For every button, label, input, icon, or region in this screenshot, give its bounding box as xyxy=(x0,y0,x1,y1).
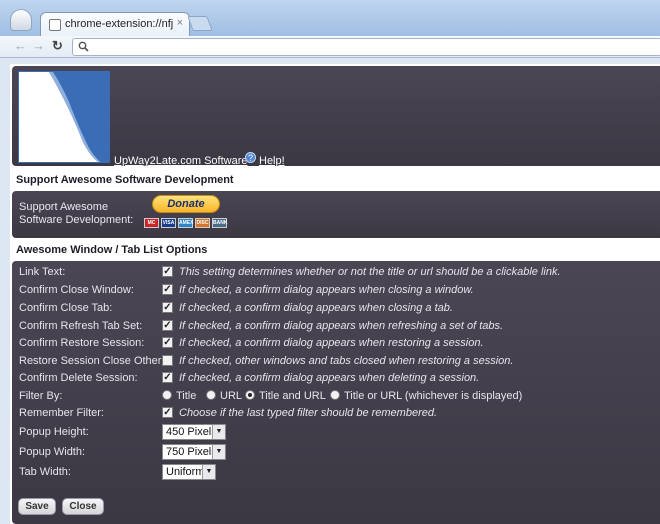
option-row-confirm-refresh-tab-set: Confirm Refresh Tab Set: ✓ If checked, a… xyxy=(19,318,659,335)
profile-avatar-icon[interactable] xyxy=(10,9,32,31)
option-row-confirm-delete-session: Confirm Delete Session: ✓ If checked, a … xyxy=(19,370,659,387)
page-favicon-icon xyxy=(49,19,61,31)
option-row-popup-height: Popup Height: 450 Pixels ▼ xyxy=(19,424,659,441)
filter-url-radio[interactable] xyxy=(206,390,216,400)
address-bar[interactable] xyxy=(72,38,660,56)
option-label: Remember Filter: xyxy=(19,407,104,419)
option-label: Confirm Close Tab: xyxy=(19,302,113,314)
support-panel: Support Awesome Software Development: Do… xyxy=(12,191,660,238)
chevron-down-icon: ▼ xyxy=(212,425,225,439)
remember-filter-checkbox[interactable]: ✓ xyxy=(162,407,173,418)
confirm-refresh-tab-set-checkbox[interactable]: ✓ xyxy=(162,320,173,331)
filter-title-or-url-radio[interactable] xyxy=(330,390,340,400)
help-icon[interactable]: ? xyxy=(245,152,256,163)
donate-button[interactable]: Donate xyxy=(152,195,220,213)
option-label: Popup Width: xyxy=(19,446,86,458)
header-panel: UpWay2Late.com Software ? Help! xyxy=(12,66,660,167)
link-text-checkbox[interactable]: ✓ xyxy=(162,266,173,277)
mastercard-icon: MC xyxy=(144,218,159,228)
option-label: Confirm Delete Session: xyxy=(19,372,138,384)
option-row-restore-session-close-other: Restore Session Close Other: If checked,… xyxy=(19,353,659,370)
option-description: This setting determines whether or not t… xyxy=(179,266,561,278)
chevron-down-icon: ▼ xyxy=(202,465,215,479)
option-description: If checked, a confirm dialog appears whe… xyxy=(179,302,453,314)
select-value: Uniform xyxy=(166,466,205,478)
back-arrow-icon[interactable]: ← xyxy=(14,39,27,53)
option-label: Restore Session Close Other: xyxy=(19,355,165,367)
browser-tab[interactable]: chrome-extension://nfjaddi × xyxy=(40,12,190,36)
support-section-title: Support Awesome Software Development xyxy=(12,172,660,189)
option-description: If checked, a confirm dialog appears whe… xyxy=(179,284,474,296)
help-link[interactable]: Help! xyxy=(259,155,285,167)
radio-label: Title xyxy=(176,390,197,402)
option-row-filter-by: Filter By: Title URL Title and URL Title… xyxy=(19,388,659,405)
option-row-remember-filter: Remember Filter: ✓ Choose if the last ty… xyxy=(19,405,659,422)
option-label: Tab Width: xyxy=(19,466,71,478)
option-row-confirm-close-window: Confirm Close Window: ✓ If checked, a co… xyxy=(19,282,659,299)
bank-icon: BANK xyxy=(212,218,228,228)
new-tab-button[interactable] xyxy=(187,16,213,31)
options-section-title: Awesome Window / Tab List Options xyxy=(12,242,660,259)
window-titlebar: chrome-extension://nfjaddi × xyxy=(0,0,660,36)
option-description: If checked, a confirm dialog appears whe… xyxy=(179,372,480,384)
select-value: 750 Pixels xyxy=(166,446,217,458)
option-label: Filter By: xyxy=(19,390,63,402)
save-button[interactable]: Save xyxy=(18,498,56,515)
restore-session-close-other-checkbox[interactable] xyxy=(162,355,173,366)
option-description: If checked, other windows and tabs close… xyxy=(179,355,514,367)
popup-width-select[interactable]: 750 Pixels ▼ xyxy=(162,444,226,460)
option-description: Choose if the last typed filter should b… xyxy=(179,407,438,419)
confirm-restore-session-checkbox[interactable]: ✓ xyxy=(162,337,173,348)
options-panel: Link Text: ✓ This setting determines whe… xyxy=(12,261,660,524)
confirm-close-window-checkbox[interactable]: ✓ xyxy=(162,284,173,295)
option-label: Confirm Close Window: xyxy=(19,284,134,296)
option-row-tab-width: Tab Width: Uniform ▼ xyxy=(19,464,659,481)
option-label: Popup Height: xyxy=(19,426,89,438)
option-row-confirm-restore-session: Confirm Restore Session: ✓ If checked, a… xyxy=(19,335,659,352)
option-row-confirm-close-tab: Confirm Close Tab: ✓ If checked, a confi… xyxy=(19,300,659,317)
close-button[interactable]: Close xyxy=(62,498,104,515)
browser-toolbar: ← → ↻ xyxy=(0,36,660,58)
options-page: UpWay2Late.com Software ? Help! Support … xyxy=(10,64,660,524)
support-label: Support Awesome Software Development: xyxy=(19,201,134,226)
radio-label: Title and URL xyxy=(259,390,326,402)
amex-icon: AMEX xyxy=(178,218,194,228)
chevron-down-icon: ▼ xyxy=(212,445,225,459)
forward-arrow-icon[interactable]: → xyxy=(32,39,45,53)
option-label: Confirm Refresh Tab Set: xyxy=(19,320,143,332)
confirm-delete-session-checkbox[interactable]: ✓ xyxy=(162,372,173,383)
filter-title-radio[interactable] xyxy=(162,390,172,400)
option-row-link-text: Link Text: ✓ This setting determines whe… xyxy=(19,264,659,281)
option-label: Link Text: xyxy=(19,266,66,278)
reload-icon[interactable]: ↻ xyxy=(52,39,63,53)
search-icon xyxy=(78,41,89,55)
option-label: Confirm Restore Session: xyxy=(19,337,145,349)
tab-close-icon[interactable]: × xyxy=(177,17,183,29)
select-value: 450 Pixels xyxy=(166,426,217,438)
radio-label: Title or URL (whichever is displayed) xyxy=(344,390,523,402)
option-description: If checked, a confirm dialog appears whe… xyxy=(179,337,484,349)
filter-title-and-url-radio[interactable] xyxy=(245,390,255,400)
extension-logo xyxy=(18,71,110,163)
radio-label: URL xyxy=(220,390,243,402)
confirm-close-tab-checkbox[interactable]: ✓ xyxy=(162,302,173,313)
popup-height-select[interactable]: 450 Pixels ▼ xyxy=(162,424,226,440)
option-description: If checked, a confirm dialog appears whe… xyxy=(179,320,504,332)
tab-width-select[interactable]: Uniform ▼ xyxy=(162,464,216,480)
tab-title: chrome-extension://nfjaddi xyxy=(65,18,173,30)
option-row-popup-width: Popup Width: 750 Pixels ▼ xyxy=(19,444,659,461)
vendor-link[interactable]: UpWay2Late.com Software xyxy=(114,155,247,167)
discover-icon: DISC xyxy=(195,218,210,228)
visa-icon: VISA xyxy=(161,218,176,228)
